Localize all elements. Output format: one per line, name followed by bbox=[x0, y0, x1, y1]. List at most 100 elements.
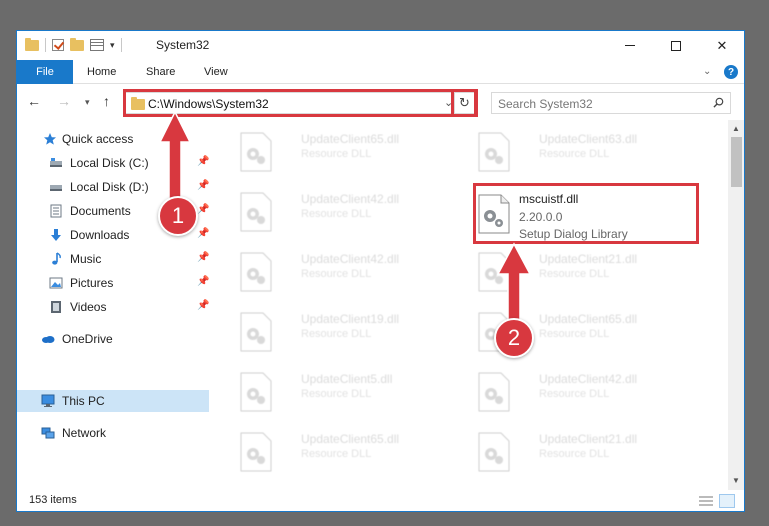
file-name: UpdateClient65.dll bbox=[301, 432, 400, 446]
sidebar-item-label: Local Disk (D:) bbox=[70, 180, 149, 194]
sidebar-item-local-disk-d[interactable]: Local Disk (D:) 📌 bbox=[17, 176, 209, 198]
title-bar: ▾ System32 ✕ bbox=[17, 31, 744, 60]
refresh-highlight-box bbox=[451, 89, 478, 117]
new-folder-icon[interactable] bbox=[70, 37, 84, 51]
vertical-scrollbar[interactable]: ▲ ▼ bbox=[728, 120, 744, 490]
quick-access-toolbar: ▾ bbox=[25, 37, 122, 53]
file-description: Resource DLL bbox=[539, 268, 610, 280]
drive-icon bbox=[50, 185, 62, 191]
maximize-button[interactable] bbox=[653, 31, 699, 60]
details-view-icon[interactable] bbox=[699, 495, 713, 507]
sidebar-item-local-disk-c[interactable]: Local Disk (C:) 📌 bbox=[17, 152, 209, 174]
status-bar: 153 items bbox=[17, 490, 744, 511]
file-name: UpdateClient42.dll bbox=[539, 372, 638, 386]
file-tile[interactable]: UpdateClient19.dll Resource DLL bbox=[229, 306, 459, 358]
dll-gear-file-icon bbox=[478, 372, 510, 412]
customize-toolbar-chevron-icon[interactable]: ▾ bbox=[110, 40, 115, 51]
dll-gear-file-icon bbox=[240, 192, 272, 232]
close-button[interactable]: ✕ bbox=[699, 31, 744, 60]
pin-icon[interactable]: 📌 bbox=[197, 252, 209, 263]
dll-gear-file-icon bbox=[240, 432, 272, 472]
expand-ribbon-chevron-icon[interactable]: ⌄ bbox=[703, 66, 711, 77]
file-description: Resource DLL bbox=[301, 208, 372, 220]
toolbar-divider bbox=[120, 38, 122, 52]
videos-icon bbox=[51, 301, 61, 313]
pin-icon[interactable]: 📌 bbox=[197, 204, 209, 215]
file-highlight-box bbox=[473, 183, 699, 244]
sidebar-item-quick-access[interactable]: Quick access bbox=[17, 128, 209, 150]
step-badge-2: 2 bbox=[494, 318, 534, 358]
properties-icon[interactable] bbox=[90, 39, 104, 51]
search-input[interactable]: Search System32 bbox=[491, 92, 731, 114]
tiles-view-icon[interactable] bbox=[719, 494, 735, 508]
network-icon bbox=[41, 427, 55, 439]
tab-home[interactable]: Home bbox=[87, 60, 116, 84]
sidebar-item-music[interactable]: Music 📌 bbox=[17, 248, 209, 270]
explorer-window: ▾ System32 ✕ File Home Share View ⌄ ? ← … bbox=[16, 30, 745, 512]
tab-file[interactable]: File bbox=[17, 60, 73, 84]
file-tile[interactable]: UpdateClient42.dll Resource DLL bbox=[229, 186, 459, 238]
file-tile[interactable]: UpdateClient42.dll Resource DLL bbox=[229, 246, 459, 298]
file-name: UpdateClient19.dll bbox=[301, 312, 400, 326]
file-list: UpdateClient65.dll Resource DLL UpdateCl… bbox=[213, 120, 727, 490]
up-arrow-icon[interactable]: ↑ bbox=[103, 93, 110, 109]
sidebar-item-pictures[interactable]: Pictures 📌 bbox=[17, 272, 209, 294]
maximize-icon bbox=[671, 40, 681, 51]
help-icon[interactable]: ? bbox=[724, 65, 738, 79]
dll-gear-file-icon bbox=[240, 312, 272, 352]
pc-icon bbox=[41, 394, 55, 407]
file-name: UpdateClient5.dll bbox=[301, 372, 393, 386]
pin-icon[interactable]: 📌 bbox=[197, 300, 209, 311]
file-name: UpdateClient65.dll bbox=[301, 132, 400, 146]
file-description: Resource DLL bbox=[539, 388, 610, 400]
back-arrow-icon[interactable]: ← bbox=[27, 93, 41, 109]
properties-check-icon[interactable] bbox=[52, 39, 64, 51]
pin-icon[interactable]: 📌 bbox=[197, 276, 209, 287]
address-highlight-box bbox=[123, 89, 477, 117]
tab-view[interactable]: View bbox=[204, 60, 228, 84]
toolbar-divider bbox=[45, 38, 46, 52]
dll-gear-file-icon bbox=[240, 372, 272, 412]
sidebar-item-videos[interactable]: Videos 📌 bbox=[17, 296, 209, 318]
file-tile[interactable]: UpdateClient65.dll Resource DLL bbox=[229, 126, 459, 178]
dll-gear-file-icon bbox=[478, 132, 510, 172]
file-tile[interactable]: UpdateClient42.dll Resource DLL bbox=[467, 366, 697, 418]
file-name: UpdateClient21.dll bbox=[539, 252, 638, 266]
file-name: UpdateClient63.dll bbox=[539, 132, 638, 146]
sidebar-item-label: This PC bbox=[62, 394, 105, 408]
search-icon bbox=[713, 97, 724, 108]
dll-gear-file-icon bbox=[478, 432, 510, 472]
onedrive-icon bbox=[42, 336, 55, 343]
file-name: UpdateClient42.dll bbox=[301, 192, 400, 206]
file-description: Resource DLL bbox=[301, 448, 372, 460]
pin-icon[interactable]: 📌 bbox=[197, 228, 209, 239]
documents-icon bbox=[50, 204, 62, 218]
file-tile[interactable]: UpdateClient5.dll Resource DLL bbox=[229, 366, 459, 418]
file-tile[interactable]: UpdateClient63.dll Resource DLL bbox=[467, 126, 697, 178]
dll-gear-file-icon bbox=[240, 252, 272, 292]
file-tile[interactable]: UpdateClient21.dll Resource DLL bbox=[467, 246, 697, 298]
minimize-button[interactable] bbox=[607, 31, 653, 60]
scroll-up-icon[interactable]: ▲ bbox=[732, 124, 740, 133]
sidebar-item-label: Documents bbox=[70, 204, 131, 218]
step-badge-1: 1 bbox=[158, 196, 198, 236]
pin-icon[interactable]: 📌 bbox=[197, 180, 209, 191]
file-tile[interactable]: UpdateClient21.dll Resource DLL bbox=[467, 426, 697, 478]
pictures-icon bbox=[49, 277, 63, 289]
recent-locations-chevron-icon[interactable]: ▾ bbox=[85, 97, 90, 108]
music-icon bbox=[52, 252, 61, 265]
file-tile[interactable]: UpdateClient65.dll Resource DLL bbox=[229, 426, 459, 478]
close-icon: ✕ bbox=[716, 37, 728, 53]
sidebar-item-onedrive[interactable]: OneDrive bbox=[17, 328, 209, 350]
scroll-thumb[interactable] bbox=[731, 137, 742, 187]
drive-icon bbox=[50, 158, 62, 167]
sidebar-item-this-pc-row[interactable]: This PC bbox=[17, 390, 209, 412]
tab-share[interactable]: Share bbox=[146, 60, 175, 84]
star-icon bbox=[44, 133, 56, 145]
scroll-down-icon[interactable]: ▼ bbox=[732, 476, 740, 485]
sidebar-item-label: Network bbox=[62, 426, 107, 440]
forward-arrow-icon[interactable]: → bbox=[57, 93, 71, 109]
sidebar-item-network[interactable]: Network bbox=[17, 422, 209, 444]
file-description: Resource DLL bbox=[301, 388, 372, 400]
pin-icon[interactable]: 📌 bbox=[197, 156, 209, 167]
